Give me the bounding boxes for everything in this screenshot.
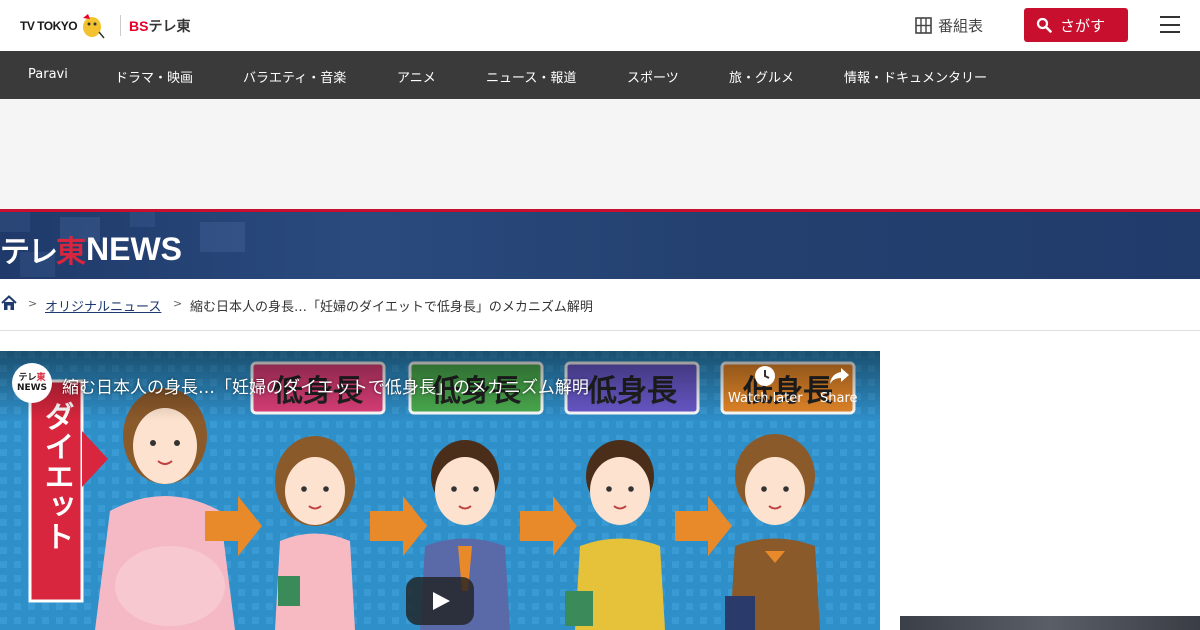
ad-space — [0, 99, 1200, 209]
avatar-line1-a: テレ — [18, 373, 37, 383]
bs-tvtokyo-logo[interactable]: BSテレ東 — [129, 16, 190, 36]
tvtokyo-news-logo[interactable]: テレ東 NEWS — [0, 227, 182, 271]
menu-button[interactable] — [1160, 16, 1180, 33]
bs-logo-rest: テレ東 — [148, 18, 191, 34]
breadcrumb-separator: > — [28, 297, 38, 310]
breadcrumb-separator: > — [173, 297, 183, 310]
sidebar-thumbnail[interactable] — [900, 616, 1200, 630]
share-icon — [829, 368, 849, 384]
watch-later-button[interactable]: Watch later — [728, 365, 803, 406]
tvtokyo-logo[interactable]: TV TOKYO — [20, 11, 105, 41]
slide-side-label: ダイエット — [39, 401, 74, 551]
watch-later-label: Watch later — [728, 391, 803, 406]
nav-item-drama[interactable]: ドラマ・映画 — [115, 67, 193, 86]
search-icon — [1036, 17, 1052, 33]
clock-icon — [755, 366, 776, 386]
avatar-line1: テレ東 — [18, 373, 45, 383]
nav-item-travel[interactable]: 旅・グルメ — [729, 67, 794, 86]
nav-item-sports[interactable]: スポーツ — [627, 67, 679, 86]
home-icon[interactable] — [1, 295, 17, 311]
logo-divider — [120, 15, 121, 36]
nav-item-info[interactable]: 情報・ドキュメンタリー — [844, 67, 987, 86]
grid-icon — [915, 17, 932, 34]
share-label: Share — [820, 391, 858, 406]
channel-avatar[interactable]: テレ東 NEWS — [12, 363, 52, 403]
news-logo-jp-1: テレ — [0, 235, 58, 270]
video-player[interactable]: ダイエット 低身長 低身長 低身長 低身長 — [0, 351, 880, 630]
schedule-label: 番組表 — [938, 17, 984, 35]
category-nav: Paravi ドラマ・映画 バラエティ・音楽 アニメ ニュース・報道 スポーツ … — [0, 51, 1200, 99]
search-button[interactable]: さがす — [1024, 8, 1128, 42]
nav-item-paravi[interactable]: Paravi — [28, 67, 68, 82]
hamburger-line — [1160, 23, 1180, 26]
nav-item-variety[interactable]: バラエティ・音楽 — [243, 67, 346, 86]
nav-item-anime[interactable]: アニメ — [397, 67, 436, 86]
search-label: さがす — [1060, 16, 1106, 35]
breadcrumb-current: 縮む日本人の身長…「妊婦のダイエットで低身長」のメカニズム解明 — [190, 300, 593, 315]
news-logo-en: NEWS — [86, 230, 182, 267]
news-logo-jp-2: 東 — [56, 235, 86, 270]
avatar-line2: NEWS — [16, 383, 48, 393]
news-logo-jp: テレ東 — [0, 227, 86, 271]
mascot-icon — [83, 14, 105, 39]
site-header: TV TOKYO BSテレ東 番組表 さがす — [0, 0, 1200, 51]
bs-logo-prefix: BS — [129, 18, 149, 34]
breadcrumb-category-link[interactable]: オリジナルニュース — [45, 296, 161, 315]
play-button[interactable] — [406, 577, 474, 625]
nav-item-news[interactable]: ニュース・報道 — [486, 67, 576, 86]
hamburger-line — [1160, 16, 1180, 18]
schedule-link[interactable]: 番組表 — [915, 15, 983, 36]
news-banner: テレ東 NEWS — [0, 209, 1200, 279]
video-title[interactable]: 縮む日本人の身長…「妊婦のダイエットで低身長」のメカニズム解明 — [62, 373, 589, 398]
tvtokyo-logo-text: TV TOKYO — [20, 19, 78, 33]
hamburger-line — [1160, 31, 1180, 33]
avatar-line1-b: 東 — [36, 373, 46, 383]
share-button[interactable]: Share — [820, 365, 858, 406]
